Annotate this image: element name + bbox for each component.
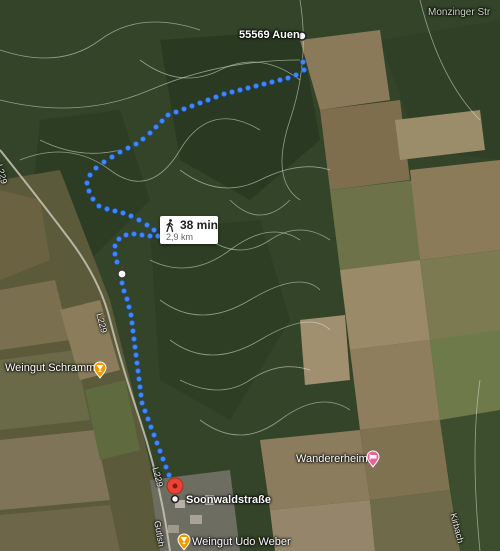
route-info-callout[interactable]: 38 min 2,9 km — [160, 216, 218, 244]
satellite-imagery — [0, 0, 500, 551]
winery-weber-label[interactable]: Weingut Udo Weber — [192, 536, 291, 548]
winery-schramm-label[interactable]: Weingut Schramm — [5, 362, 95, 374]
route-duration: 38 min — [180, 218, 219, 232]
waypoint-marker — [117, 269, 127, 279]
origin-label[interactable]: Soonwaldstraße — [186, 494, 271, 506]
satellite-map[interactable]: 55569 Auen Monzinger Str Soonwaldstraße … — [0, 0, 500, 551]
origin-marker — [170, 494, 180, 504]
lodging-pin-icon[interactable] — [366, 450, 380, 468]
walking-person-icon — [166, 219, 174, 232]
winery-pin-icon[interactable] — [93, 361, 107, 379]
wandererheim-label[interactable]: Wandererheim — [296, 453, 368, 465]
destination-label[interactable]: 55569 Auen — [239, 29, 300, 41]
winery-pin-icon[interactable] — [177, 533, 191, 551]
route-distance: 2,9 km — [166, 232, 194, 242]
village-label: Monzinger Str — [428, 7, 491, 18]
origin-pin-icon — [166, 477, 184, 495]
